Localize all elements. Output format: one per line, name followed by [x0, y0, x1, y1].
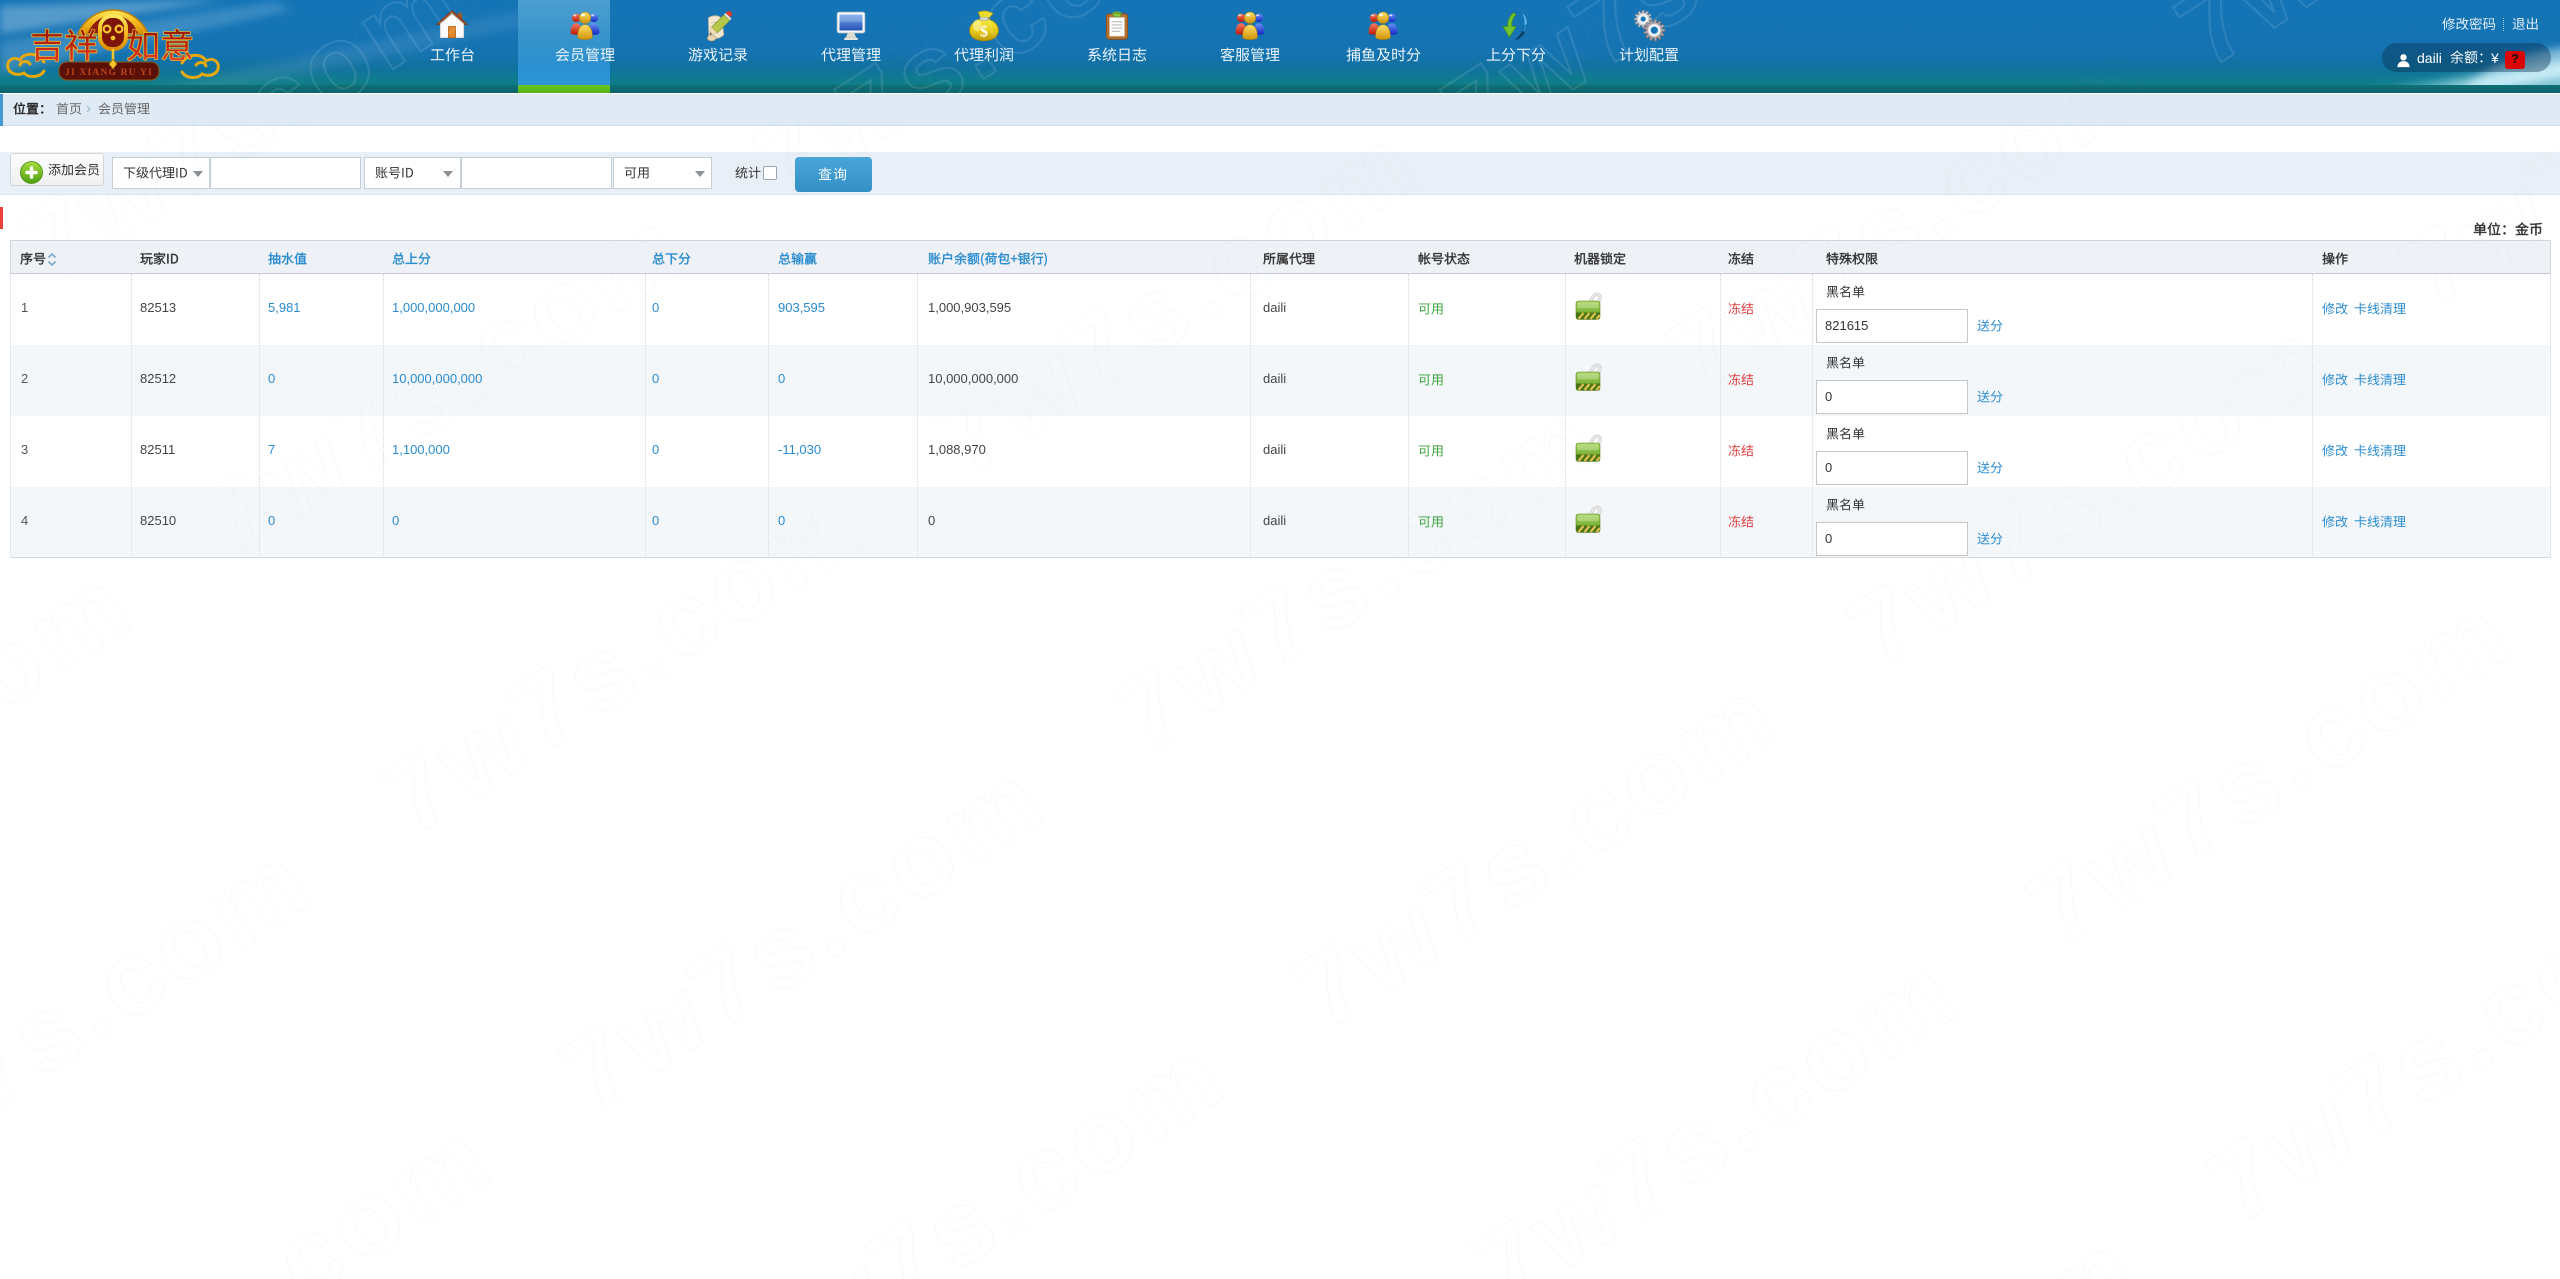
svg-text:JI XIANG RU YI: JI XIANG RU YI [65, 68, 153, 78]
